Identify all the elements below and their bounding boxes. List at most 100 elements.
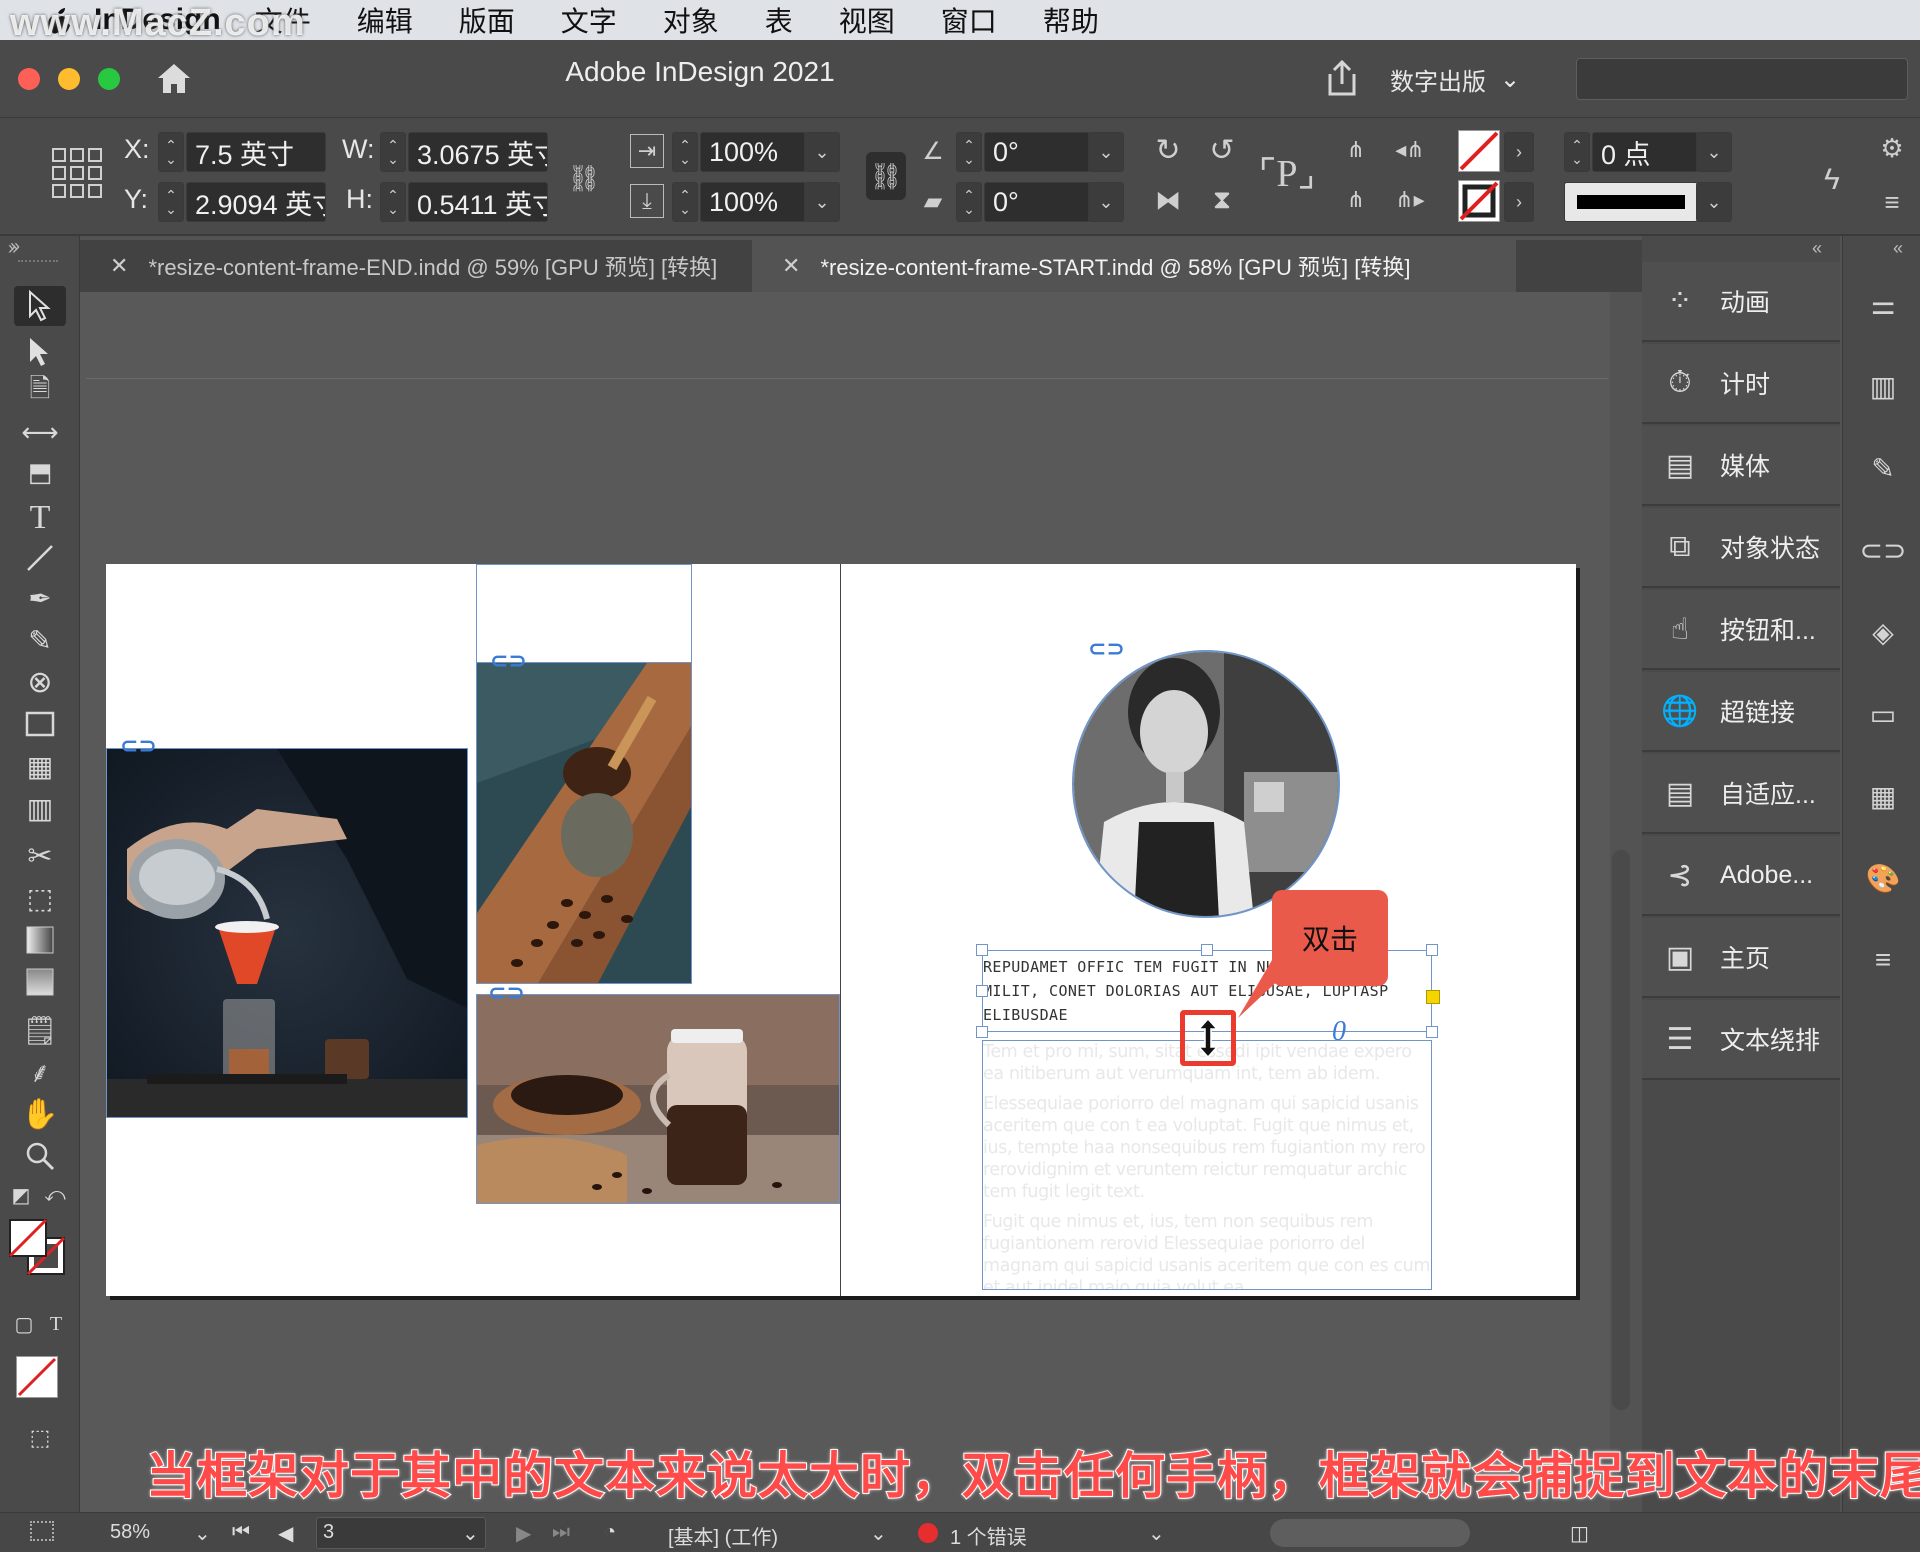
menu-type[interactable]: 文字 xyxy=(561,0,617,40)
frame-handle[interactable] xyxy=(976,985,988,997)
hand-tool-icon[interactable]: ✋ xyxy=(14,1094,66,1134)
quick-apply-icon[interactable]: ϟ xyxy=(1812,156,1852,204)
zoom-tool-icon[interactable] xyxy=(14,1136,66,1176)
panel-adobe-capture[interactable]: ⊰ Adobe... xyxy=(1642,836,1840,916)
chevron-down-icon[interactable]: ⌄ xyxy=(1148,1521,1165,1546)
vertical-scrollbar[interactable] xyxy=(1612,850,1630,1410)
panel-menu-icon[interactable]: ≡ xyxy=(1872,182,1912,222)
pen-tool-icon[interactable]: ✒ xyxy=(14,578,66,618)
fill-swatch-none[interactable] xyxy=(1458,130,1500,172)
links-icon[interactable]: ⊂⊃ xyxy=(1860,530,1907,570)
photo-pour-over-coffee[interactable] xyxy=(106,748,468,1118)
free-transform-tool-icon[interactable]: ⬚ xyxy=(14,878,66,918)
error-count[interactable]: 1 个错误 xyxy=(950,1521,1027,1550)
fill-stroke-swatch[interactable] xyxy=(8,1218,68,1278)
shear-dropdown[interactable]: ⌄ xyxy=(1088,182,1124,222)
flip-horizontal-icon[interactable]: ⧓ xyxy=(1148,180,1188,220)
panel-media[interactable]: ▤ 媒体 xyxy=(1642,426,1840,506)
scale-y-stepper[interactable]: ⌃ ⌄ xyxy=(672,182,698,222)
zoom-level[interactable]: 58% xyxy=(110,1521,150,1544)
screen-mode-icon[interactable] xyxy=(30,1521,54,1541)
stroke-dropdown[interactable]: › xyxy=(1504,182,1534,222)
panel-object-states[interactable]: ⧉ 对象状态 xyxy=(1642,508,1840,588)
home-icon[interactable] xyxy=(154,60,194,96)
y-field[interactable]: 2.9094 英寸 xyxy=(186,182,326,222)
workspace-switcher[interactable]: 数字出版 ⌄ xyxy=(1390,62,1540,97)
last-page-icon[interactable]: ⏭ xyxy=(552,1521,570,1544)
first-page-icon[interactable]: ⏮ xyxy=(232,1521,250,1544)
rectangle-frame-tool-icon[interactable]: ⊗ xyxy=(14,662,66,702)
x-stepper[interactable]: ⌃ ⌄ xyxy=(158,132,184,172)
stroke-weight-field[interactable]: 0 点 xyxy=(1592,132,1698,172)
shear-stepper[interactable]: ⌃ ⌄ xyxy=(956,182,982,222)
rectangle-tool-icon[interactable] xyxy=(14,704,66,744)
menu-help[interactable]: 帮助 xyxy=(1043,0,1099,40)
panel-hyperlinks[interactable]: 🌐 超链接 xyxy=(1642,672,1840,752)
link-icon[interactable]: ⊂⊃ xyxy=(120,733,157,759)
swap-colors-icon[interactable]: ⤺ xyxy=(40,1180,70,1210)
page-tool-icon[interactable]: 🗎 xyxy=(14,372,66,412)
y-stepper[interactable]: ⌃ ⌄ xyxy=(158,182,184,222)
rotate-clockwise-icon[interactable]: ↻ xyxy=(1148,130,1188,170)
edit-content-icon[interactable]: ✎ xyxy=(1863,448,1903,488)
pencil-tool-icon[interactable]: ✎ xyxy=(14,620,66,660)
formatting-text-icon[interactable]: T xyxy=(42,1310,70,1338)
horizontal-scrollbar[interactable] xyxy=(1270,1519,1470,1547)
line-tool-icon[interactable] xyxy=(14,538,66,578)
x-field[interactable]: 7.5 英寸 xyxy=(186,132,326,172)
close-window-button[interactable] xyxy=(18,68,40,90)
table-tool-icon[interactable]: ▦ xyxy=(14,746,66,786)
scale-y-dropdown[interactable]: ⌄ xyxy=(804,182,840,222)
stroke-type-select[interactable] xyxy=(1564,182,1698,222)
frame-handle[interactable] xyxy=(1426,944,1438,956)
gradient-swatch-tool-icon[interactable] xyxy=(14,920,66,960)
stroke-weight-dropdown[interactable]: ⌄ xyxy=(1696,132,1732,172)
shear-field[interactable]: 0° xyxy=(984,182,1090,222)
w-stepper[interactable]: ⌃ ⌄ xyxy=(380,132,406,172)
gradient-icon[interactable]: ▭ xyxy=(1863,694,1903,734)
close-icon[interactable]: ✕ xyxy=(782,253,800,279)
eyedropper-tool-icon[interactable]: ⸙ xyxy=(14,1052,66,1092)
fill-dropdown[interactable]: › xyxy=(1504,132,1534,172)
tab-resize-content-frame-start[interactable]: ✕ *resize-content-frame-START.indd @ 58%… xyxy=(752,240,1516,292)
expand-icon[interactable]: » xyxy=(10,236,20,257)
collapse-strip-icon[interactable]: « xyxy=(1893,238,1903,259)
select-previous-icon[interactable]: ◂⋔ xyxy=(1390,132,1430,168)
search-input[interactable] xyxy=(1576,58,1908,100)
scale-y-field[interactable]: 100% xyxy=(700,182,806,222)
rotate-stepper[interactable]: ⌃ ⌄ xyxy=(956,132,982,172)
menu-object[interactable]: 对象 xyxy=(663,0,719,40)
apply-none-icon[interactable] xyxy=(16,1356,58,1398)
menu-window[interactable]: 窗口 xyxy=(941,0,997,40)
menu-edit[interactable]: 编辑 xyxy=(357,0,413,40)
unlink-proportions-icon[interactable]: ⛓ xyxy=(564,158,604,198)
collapse-panels-icon[interactable]: « xyxy=(1812,238,1822,259)
rotate-dropdown[interactable]: ⌄ xyxy=(1088,132,1124,172)
previous-page-icon[interactable]: ◀ xyxy=(278,1521,293,1546)
cc-libraries-icon[interactable]: ▥ xyxy=(1863,366,1903,406)
photo-iced-coffee[interactable] xyxy=(476,994,840,1204)
preflight-clock-icon[interactable]: ◔ xyxy=(604,1521,616,1544)
properties-sliders-icon[interactable]: ⚌ xyxy=(1863,284,1903,324)
gradient-feather-tool-icon[interactable] xyxy=(14,962,66,1002)
page-number-field[interactable]: 3 xyxy=(316,1517,486,1549)
frame-handle[interactable] xyxy=(1426,1026,1438,1038)
menu-table[interactable]: 表 xyxy=(765,0,793,40)
panel-liquid-layout[interactable]: ▤ 自适应... xyxy=(1642,754,1840,834)
frame-handle[interactable] xyxy=(976,1026,988,1038)
body-text-frame[interactable]: Tem et pro mi, sum, sitat essedi ipit ve… xyxy=(982,1040,1432,1290)
layers-icon[interactable]: ◈ xyxy=(1863,612,1903,652)
share-icon[interactable] xyxy=(1322,58,1362,98)
frame-handle[interactable] xyxy=(1201,944,1213,956)
default-colors-icon[interactable]: ◩ xyxy=(6,1180,36,1210)
select-content-icon[interactable]: ⋔ xyxy=(1338,182,1374,218)
reference-point-icon[interactable] xyxy=(50,146,104,200)
paragraph-direction-icon[interactable]: ⌜P⌟ xyxy=(1258,142,1316,204)
zoom-window-button[interactable] xyxy=(98,68,120,90)
next-page-icon[interactable]: ▶ xyxy=(516,1521,531,1546)
select-next-icon[interactable]: ⋔▸ xyxy=(1390,182,1430,218)
rotate-field[interactable]: 0° xyxy=(984,132,1090,172)
flip-vertical-icon[interactable]: ⧗ xyxy=(1202,180,1242,220)
minimize-window-button[interactable] xyxy=(58,68,80,90)
panel-buttons-forms[interactable]: ☝ 按钮和... xyxy=(1642,590,1840,670)
